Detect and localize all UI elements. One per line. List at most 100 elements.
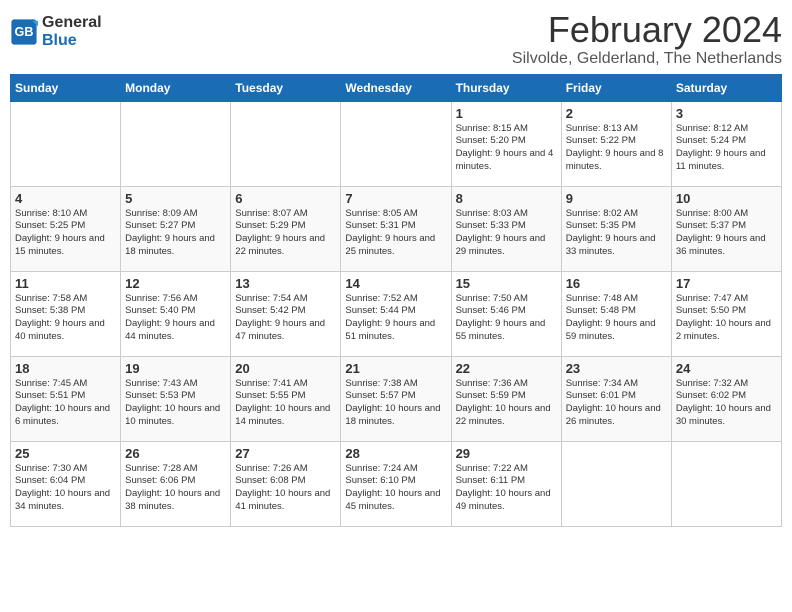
calendar-cell: 28 Sunrise: 7:24 AM Sunset: 6:10 PM Dayli…	[341, 441, 451, 526]
cell-daylight-info: Sunrise: 8:09 AM Sunset: 5:27 PM Dayligh…	[125, 208, 226, 259]
calendar-cell: 21Sunrise: 7:38 AM Sunset: 5:57 PM Dayli…	[341, 356, 451, 441]
header: GB General Blue February 2024 Silvolde, …	[10, 10, 782, 68]
cell-daylight-info: Sunrise: 7:30 AM Sunset: 6:04 PM Dayligh…	[15, 463, 116, 514]
page-title: February 2024	[512, 10, 782, 50]
calendar-header-row: SundayMondayTuesdayWednesdayThursdayFrid…	[11, 74, 782, 101]
cell-daylight-info: Sunrise: 7:36 AM Sunset: 5:59 PM Dayligh…	[456, 378, 557, 429]
day-number: 9	[566, 191, 667, 206]
day-number: 14	[345, 276, 446, 291]
day-number: 11	[15, 276, 116, 291]
calendar-cell: 7 Sunrise: 8:05 AM Sunset: 5:31 PM Daylig…	[341, 186, 451, 271]
calendar-cell: 10 Sunrise: 8:00 AM Sunset: 5:37 PM Dayli…	[671, 186, 781, 271]
day-number: 22	[456, 361, 557, 376]
day-number: 6	[235, 191, 336, 206]
day-header-sunday: Sunday	[11, 74, 121, 101]
day-number: 12	[125, 276, 226, 291]
page-subtitle: Silvolde, Gelderland, The Netherlands	[512, 50, 782, 68]
day-header-thursday: Thursday	[451, 74, 561, 101]
cell-daylight-info: Sunrise: 8:05 AM Sunset: 5:31 PM Dayligh…	[345, 208, 446, 259]
day-header-tuesday: Tuesday	[231, 74, 341, 101]
day-number: 26	[125, 446, 226, 461]
day-number: 19	[125, 361, 226, 376]
calendar-cell: 26 Sunrise: 7:28 AM Sunset: 6:06 PM Dayli…	[121, 441, 231, 526]
calendar-cell: 13 Sunrise: 7:54 AM Sunset: 5:42 PM Dayli…	[231, 271, 341, 356]
calendar-cell: 24 Sunrise: 7:32 AM Sunset: 6:02 PM Dayli…	[671, 356, 781, 441]
day-number: 20	[235, 361, 336, 376]
calendar-cell: 20Sunrise: 7:41 AM Sunset: 5:55 PM Dayli…	[231, 356, 341, 441]
calendar-cell: 15 Sunrise: 7:50 AM Sunset: 5:46 PM Dayli…	[451, 271, 561, 356]
day-number: 17	[676, 276, 777, 291]
calendar-cell: 6 Sunrise: 8:07 AM Sunset: 5:29 PM Daylig…	[231, 186, 341, 271]
calendar-cell: 14Sunrise: 7:52 AM Sunset: 5:44 PM Dayli…	[341, 271, 451, 356]
day-number: 8	[456, 191, 557, 206]
calendar-cell: 4Sunrise: 8:10 AM Sunset: 5:25 PM Daylig…	[11, 186, 121, 271]
day-number: 10	[676, 191, 777, 206]
calendar-cell: 5 Sunrise: 8:09 AM Sunset: 5:27 PM Daylig…	[121, 186, 231, 271]
day-number: 25	[15, 446, 116, 461]
day-number: 7	[345, 191, 446, 206]
day-number: 15	[456, 276, 557, 291]
calendar-cell	[561, 441, 671, 526]
cell-daylight-info: Sunrise: 8:15 AM Sunset: 5:20 PM Dayligh…	[456, 123, 557, 174]
cell-daylight-info: Sunrise: 7:24 AM Sunset: 6:10 PM Dayligh…	[345, 463, 446, 514]
day-number: 4	[15, 191, 116, 206]
cell-daylight-info: Sunrise: 8:03 AM Sunset: 5:33 PM Dayligh…	[456, 208, 557, 259]
day-number: 13	[235, 276, 336, 291]
calendar-cell: 12 Sunrise: 7:56 AM Sunset: 5:40 PM Dayli…	[121, 271, 231, 356]
week-row-0: 1 Sunrise: 8:15 AM Sunset: 5:20 PM Daylig…	[11, 101, 782, 186]
logo-general: General	[42, 14, 102, 31]
cell-daylight-info: Sunrise: 7:50 AM Sunset: 5:46 PM Dayligh…	[456, 293, 557, 344]
cell-daylight-info: Sunrise: 7:58 AM Sunset: 5:38 PM Dayligh…	[15, 293, 116, 344]
day-number: 18	[15, 361, 116, 376]
calendar-cell	[231, 101, 341, 186]
day-number: 5	[125, 191, 226, 206]
cell-daylight-info: Sunrise: 7:43 AM Sunset: 5:53 PM Dayligh…	[125, 378, 226, 429]
day-number: 1	[456, 106, 557, 121]
calendar-cell: 17 Sunrise: 7:47 AM Sunset: 5:50 PM Dayli…	[671, 271, 781, 356]
day-number: 27	[235, 446, 336, 461]
week-row-3: 18 Sunrise: 7:45 AM Sunset: 5:51 PM Dayli…	[11, 356, 782, 441]
svg-text:GB: GB	[15, 25, 34, 39]
cell-daylight-info: Sunrise: 7:28 AM Sunset: 6:06 PM Dayligh…	[125, 463, 226, 514]
cell-daylight-info: Sunrise: 7:32 AM Sunset: 6:02 PM Dayligh…	[676, 378, 777, 429]
calendar-cell: 27 Sunrise: 7:26 AM Sunset: 6:08 PM Dayli…	[231, 441, 341, 526]
calendar-cell	[11, 101, 121, 186]
day-header-saturday: Saturday	[671, 74, 781, 101]
cell-daylight-info: Sunrise: 7:22 AM Sunset: 6:11 PM Dayligh…	[456, 463, 557, 514]
calendar-cell: 22 Sunrise: 7:36 AM Sunset: 5:59 PM Dayli…	[451, 356, 561, 441]
day-number: 16	[566, 276, 667, 291]
day-number: 23	[566, 361, 667, 376]
day-number: 28	[345, 446, 446, 461]
cell-daylight-info: Sunrise: 7:54 AM Sunset: 5:42 PM Dayligh…	[235, 293, 336, 344]
day-header-friday: Friday	[561, 74, 671, 101]
calendar-cell	[671, 441, 781, 526]
cell-daylight-info: Sunrise: 8:00 AM Sunset: 5:37 PM Dayligh…	[676, 208, 777, 259]
calendar-cell: 25 Sunrise: 7:30 AM Sunset: 6:04 PM Dayli…	[11, 441, 121, 526]
day-number: 29	[456, 446, 557, 461]
cell-daylight-info: Sunrise: 7:47 AM Sunset: 5:50 PM Dayligh…	[676, 293, 777, 344]
cell-daylight-info: Sunrise: 7:45 AM Sunset: 5:51 PM Dayligh…	[15, 378, 116, 429]
calendar-cell: 11 Sunrise: 7:58 AM Sunset: 5:38 PM Dayli…	[11, 271, 121, 356]
week-row-4: 25 Sunrise: 7:30 AM Sunset: 6:04 PM Dayli…	[11, 441, 782, 526]
calendar-cell	[341, 101, 451, 186]
cell-daylight-info: Sunrise: 7:34 AM Sunset: 6:01 PM Dayligh…	[566, 378, 667, 429]
calendar-cell: 23 Sunrise: 7:34 AM Sunset: 6:01 PM Dayli…	[561, 356, 671, 441]
calendar-cell: 8 Sunrise: 8:03 AM Sunset: 5:33 PM Daylig…	[451, 186, 561, 271]
logo-blue: Blue	[42, 32, 77, 49]
calendar-cell: 18 Sunrise: 7:45 AM Sunset: 5:51 PM Dayli…	[11, 356, 121, 441]
cell-daylight-info: Sunrise: 8:13 AM Sunset: 5:22 PM Dayligh…	[566, 123, 667, 174]
day-number: 24	[676, 361, 777, 376]
day-header-monday: Monday	[121, 74, 231, 101]
cell-daylight-info: Sunrise: 8:12 AM Sunset: 5:24 PM Dayligh…	[676, 123, 777, 174]
cell-daylight-info: Sunrise: 8:07 AM Sunset: 5:29 PM Dayligh…	[235, 208, 336, 259]
cell-daylight-info: Sunrise: 8:02 AM Sunset: 5:35 PM Dayligh…	[566, 208, 667, 259]
cell-daylight-info: Sunrise: 7:26 AM Sunset: 6:08 PM Dayligh…	[235, 463, 336, 514]
cell-daylight-info: Sunrise: 7:56 AM Sunset: 5:40 PM Dayligh…	[125, 293, 226, 344]
title-block: February 2024 Silvolde, Gelderland, The …	[512, 10, 782, 68]
calendar-cell: 2Sunrise: 8:13 AM Sunset: 5:22 PM Daylig…	[561, 101, 671, 186]
day-header-wednesday: Wednesday	[341, 74, 451, 101]
logo: GB General Blue	[10, 14, 102, 49]
week-row-1: 4Sunrise: 8:10 AM Sunset: 5:25 PM Daylig…	[11, 186, 782, 271]
calendar-cell: 16Sunrise: 7:48 AM Sunset: 5:48 PM Dayli…	[561, 271, 671, 356]
calendar-cell: 3Sunrise: 8:12 AM Sunset: 5:24 PM Daylig…	[671, 101, 781, 186]
